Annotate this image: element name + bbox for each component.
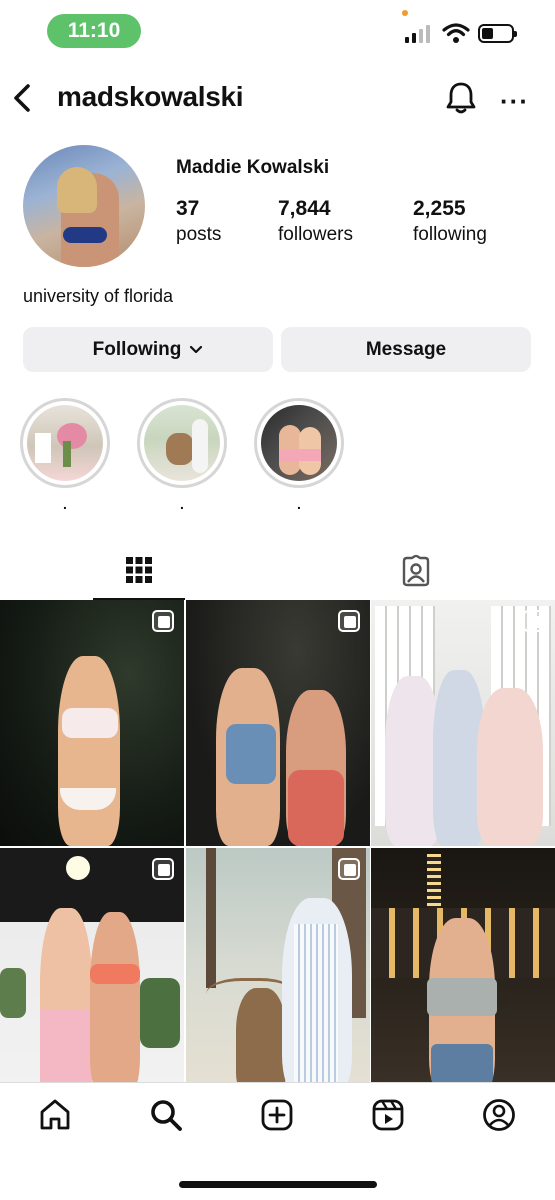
post-thumbnail[interactable] xyxy=(0,600,184,846)
message-button[interactable]: Message xyxy=(281,327,531,372)
nav-search[interactable] xyxy=(148,1097,184,1133)
multiple-photos-icon xyxy=(523,610,545,632)
multiple-photos-icon xyxy=(337,610,360,632)
following-count[interactable]: 2,255 following xyxy=(413,197,487,246)
tagged-icon xyxy=(402,555,430,587)
tab-tagged[interactable] xyxy=(370,542,462,600)
story-highlight-2-label: . xyxy=(180,496,184,512)
search-icon xyxy=(151,1100,182,1131)
story-highlight-1-label: . xyxy=(63,496,67,512)
more-options-icon[interactable]: ··· xyxy=(500,86,529,117)
posts-grid xyxy=(0,600,555,1094)
nav-reels[interactable] xyxy=(370,1097,406,1133)
story-highlight-2[interactable] xyxy=(137,398,227,488)
home-indicator[interactable] xyxy=(179,1181,377,1188)
profile-header: madskowalski ··· xyxy=(0,70,555,126)
posts-count-value: 37 xyxy=(176,197,200,220)
post-thumbnail[interactable] xyxy=(371,600,555,846)
chevron-down-icon xyxy=(190,345,203,353)
grid-icon xyxy=(126,557,152,583)
status-bar: 11:10 xyxy=(0,0,555,62)
nav-create[interactable] xyxy=(259,1097,295,1133)
back-arrow-icon[interactable] xyxy=(10,82,36,114)
story-highlight-3[interactable] xyxy=(254,398,344,488)
profile-icon xyxy=(483,1099,515,1131)
posts-count-label: posts xyxy=(176,224,222,245)
notification-bell-icon[interactable] xyxy=(444,80,478,116)
wifi-icon xyxy=(442,23,470,43)
reels-icon xyxy=(372,1099,404,1131)
profile-avatar[interactable] xyxy=(23,145,145,267)
profile-full-name: Maddie Kowalski xyxy=(176,157,330,178)
status-time: 11:10 xyxy=(47,14,141,48)
story-highlight-3-label: . xyxy=(297,496,301,512)
profile-bio: university of florida xyxy=(23,286,174,306)
followers-count-label: followers xyxy=(278,224,353,245)
battery-icon xyxy=(478,24,517,43)
message-button-label: Message xyxy=(365,338,447,360)
following-count-label: following xyxy=(413,224,487,245)
privacy-indicator-dot xyxy=(402,10,408,16)
post-thumbnail[interactable] xyxy=(371,848,555,1094)
post-thumbnail[interactable] xyxy=(185,848,370,1094)
multiple-photos-icon xyxy=(337,858,360,880)
multiple-photos-icon xyxy=(152,858,174,880)
following-button[interactable]: Following xyxy=(23,327,273,372)
followers-count[interactable]: 7,844 followers xyxy=(278,197,353,246)
story-highlight-1[interactable] xyxy=(20,398,110,488)
cellular-signal-icon xyxy=(405,25,430,43)
tab-posts-grid[interactable] xyxy=(93,542,185,600)
create-icon xyxy=(261,1099,293,1131)
nav-home[interactable] xyxy=(37,1097,73,1133)
following-count-value: 2,255 xyxy=(413,197,466,220)
bottom-navigation xyxy=(0,1082,555,1152)
profile-tabs xyxy=(0,542,555,600)
multiple-photos-icon xyxy=(152,610,174,632)
post-thumbnail[interactable] xyxy=(0,848,184,1094)
posts-count[interactable]: 37 posts xyxy=(176,197,221,246)
nav-profile[interactable] xyxy=(481,1097,517,1133)
profile-username: madskowalski xyxy=(57,81,244,112)
home-icon xyxy=(40,1099,70,1130)
following-button-label: Following xyxy=(92,338,182,360)
post-thumbnail[interactable] xyxy=(185,600,370,846)
followers-count-value: 7,844 xyxy=(278,197,331,220)
